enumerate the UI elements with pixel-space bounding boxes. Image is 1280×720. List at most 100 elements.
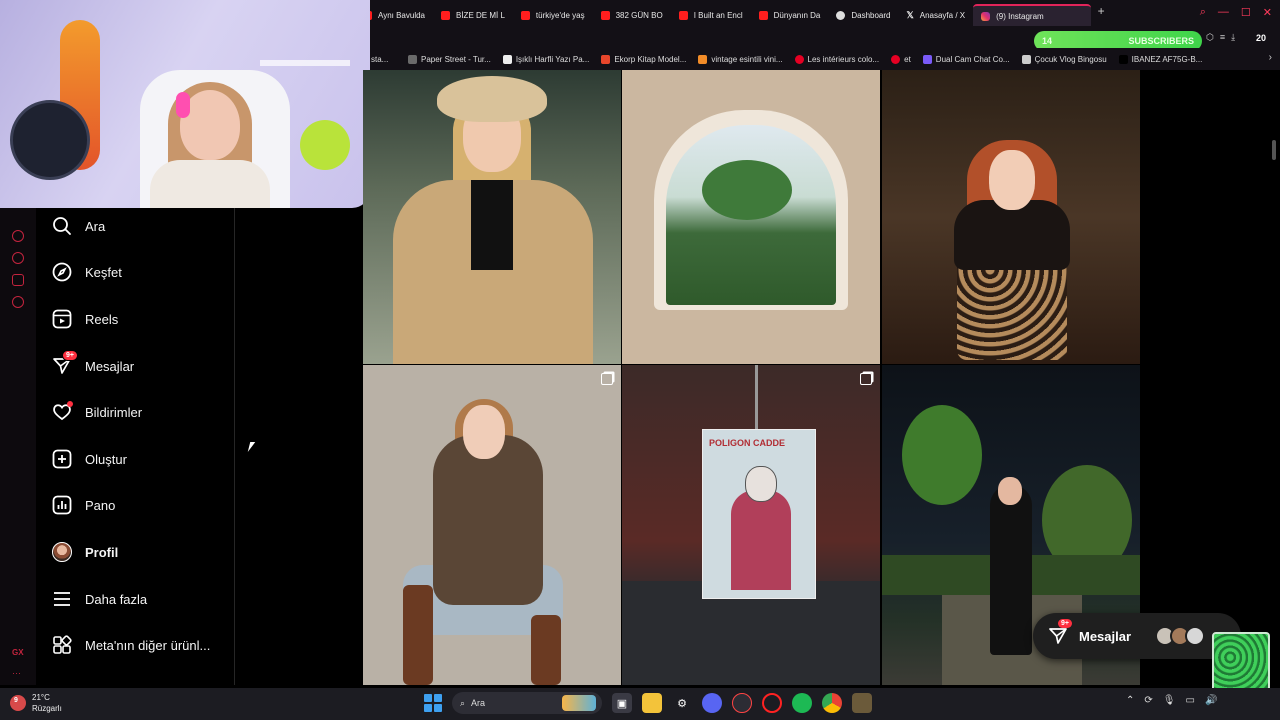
compass-icon — [52, 262, 72, 282]
search-label: Ara — [471, 698, 486, 708]
instagram-icon — [981, 11, 991, 21]
tab-label: I Built an Encl — [693, 10, 743, 20]
cube-icon[interactable]: ⬡ — [1206, 32, 1214, 43]
list-icon[interactable]: ≡ — [1220, 32, 1225, 43]
post-thumbnail[interactable] — [882, 70, 1140, 364]
nav-label: Reels — [85, 311, 119, 327]
post-thumbnail[interactable] — [363, 365, 621, 685]
opera-gx-icon[interactable] — [732, 693, 752, 713]
history-icon[interactable] — [12, 252, 24, 264]
tab-turkiye[interactable]: türkiye'de yaş — [513, 4, 593, 26]
file-explorer-icon[interactable] — [642, 693, 662, 713]
target-poster: POLIGON CADDE — [702, 429, 816, 599]
page-scrollbar[interactable] — [1272, 140, 1276, 160]
x-icon: 𝕏 — [906, 9, 914, 20]
figure-dress — [990, 485, 1032, 655]
tab-x[interactable]: 𝕏 Anasayfa / X — [898, 4, 973, 26]
bookmarks-overflow-icon[interactable]: › — [1269, 52, 1272, 63]
display-icon[interactable]: ▭ — [1185, 695, 1194, 706]
bookmark-et[interactable]: et — [891, 54, 911, 64]
task-view-icon[interactable]: ▣ — [612, 693, 632, 713]
window-controls: ⌕ — ☐ ✕ — [1200, 6, 1272, 19]
chevron-up-icon[interactable]: ⌃ — [1126, 695, 1134, 706]
taskbar-search[interactable]: ⌕ Ara — [452, 692, 602, 714]
figure-face — [463, 405, 505, 459]
settings-icon[interactable] — [12, 296, 24, 308]
tab-dunyanin[interactable]: Dünyanın Da — [751, 4, 829, 26]
profile-post-grid: POLIGON CADDE — [363, 70, 1141, 685]
bookmark-ekorp[interactable]: Ekorp Kitap Model... — [601, 54, 686, 64]
heart-icon — [52, 401, 73, 422]
tab-i-built[interactable]: I Built an Encl — [671, 4, 751, 26]
nav-bildirimler[interactable]: Bildirimler — [52, 397, 142, 427]
dashboard-icon — [52, 495, 72, 515]
tab-bize-de-mi[interactable]: BİZE DE Mİ L — [433, 4, 513, 26]
microphone-icon[interactable]: 🎙 — [1163, 695, 1176, 706]
post-thumbnail[interactable]: POLIGON CADDE — [622, 365, 880, 685]
tab-label: türkiye'de yaş — [535, 10, 585, 20]
app-icon[interactable] — [852, 693, 872, 713]
extensions-icon[interactable] — [12, 274, 24, 286]
chrome-icon[interactable] — [822, 693, 842, 713]
messages-popup-button[interactable]: 9+ Mesajlar — [1033, 613, 1241, 659]
close-icon[interactable]: ✕ — [1263, 6, 1272, 19]
bookmark-truncated[interactable]: sta... — [371, 55, 388, 64]
nav-profil[interactable]: Profil — [52, 537, 118, 567]
bookmark-favicon — [922, 54, 932, 64]
tab-dashboard[interactable]: Dashboard — [828, 4, 898, 26]
search-icon[interactable]: ⌕ — [1200, 6, 1206, 19]
figure-blouse — [954, 200, 1070, 270]
new-tab-button[interactable]: + — [1091, 4, 1111, 26]
plush-toy — [300, 120, 350, 170]
windows-start-icon[interactable] — [424, 694, 442, 712]
nav-kesfet[interactable]: Keşfet — [52, 257, 122, 287]
windows-taskbar: 9 21°C Rüzgarlı ⌕ Ara ▣ ⚙ ⌃ ⟳ 🎙 ▭ 🔊 — [0, 688, 1280, 720]
steam-icon[interactable]: ⚙ — [672, 693, 692, 713]
maximize-icon[interactable]: ☐ — [1241, 6, 1251, 19]
tab-382-gun[interactable]: 382 GÜN BO — [593, 4, 671, 26]
opera-icon[interactable] — [762, 693, 782, 713]
tab-label: Aynı Bavulda — [378, 10, 425, 20]
post-thumbnail[interactable] — [622, 70, 880, 364]
reels-icon — [52, 309, 72, 329]
nav-ara[interactable]: Ara — [52, 211, 105, 241]
youtube-icon — [758, 10, 768, 20]
nav-label: Daha fazla — [85, 591, 148, 607]
nav-pano[interactable]: Pano — [52, 490, 115, 520]
spotify-icon[interactable] — [792, 693, 812, 713]
figure-face — [998, 477, 1022, 505]
weather-widget[interactable]: 9 21°C Rüzgarlı — [10, 692, 62, 714]
nav-olustur[interactable]: Oluştur — [52, 444, 127, 474]
bookmark-isikli-harfli[interactable]: Işıklı Harfli Yazı Pa... — [502, 54, 589, 64]
download-icon[interactable]: ⤓ — [1231, 32, 1235, 43]
gx-logo: GX — [12, 648, 24, 657]
bookmark-label: vintage esintili vini... — [711, 54, 783, 64]
bookmark-ibanez[interactable]: IBANEZ AF75G-B... — [1118, 54, 1202, 64]
subscriber-goal-label: SUBSCRIBERS — [1128, 36, 1194, 46]
bookmark-vintage[interactable]: vintage esintili vini... — [698, 54, 783, 64]
player-icon[interactable] — [12, 230, 24, 242]
minimize-icon[interactable]: — — [1218, 6, 1229, 19]
nav-mesajlar[interactable]: 9+ Mesajlar — [52, 350, 134, 381]
post-thumbnail[interactable] — [363, 70, 621, 364]
figure-hat — [437, 76, 547, 122]
bookmark-cocuk-vlog[interactable]: Çocuk Vlog Bingosu — [1021, 54, 1107, 64]
nav-meta-apps[interactable]: Meta'nın diğer ürünl... — [52, 630, 210, 660]
palm-tree — [702, 160, 792, 220]
discord-icon[interactable] — [702, 693, 722, 713]
tab-instagram[interactable]: (9) Instagram — [973, 4, 1092, 26]
bookmark-les-interieurs[interactable]: Les intérieurs colo... — [794, 54, 880, 64]
poster-figure — [731, 490, 791, 590]
bookmark-dual-cam[interactable]: Dual Cam Chat Co... — [922, 54, 1010, 64]
taskbar-apps: ⌕ Ara ▣ ⚙ — [424, 692, 872, 714]
youtube-icon — [678, 10, 688, 20]
bookmark-label: Les intérieurs colo... — [807, 54, 880, 64]
subscriber-goal-start: 14 — [1042, 36, 1053, 46]
more-icon[interactable]: ··· — [12, 668, 21, 678]
bookmark-paper-street[interactable]: Paper Street - Tur... — [408, 54, 491, 64]
volume-icon[interactable]: 🔊 — [1205, 695, 1217, 706]
sync-icon[interactable]: ⟳ — [1144, 695, 1152, 706]
nav-reels[interactable]: Reels — [52, 304, 118, 334]
instagram-sidebar: Ara Keşfet Reels 9+ Mesajlar Bildirimler… — [36, 200, 235, 685]
nav-daha-fazla[interactable]: Daha fazla — [52, 584, 147, 614]
